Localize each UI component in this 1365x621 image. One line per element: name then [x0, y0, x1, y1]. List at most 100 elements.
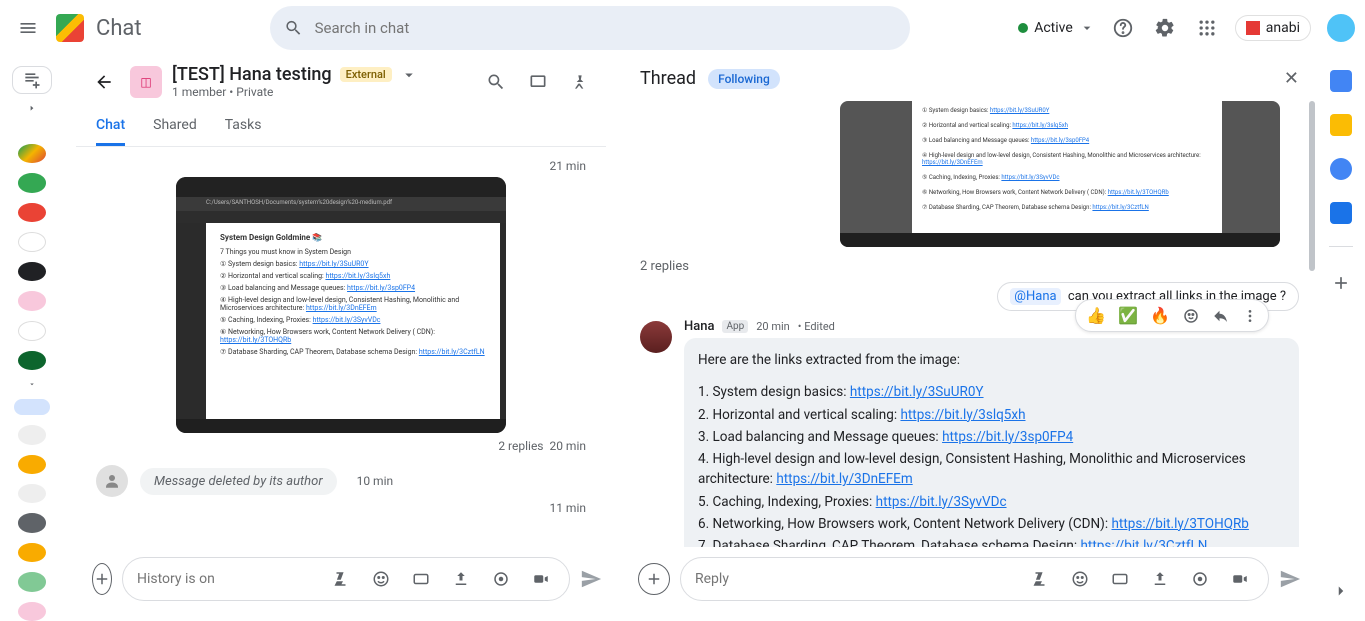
doc-line: ④ High-level design and low-level design… [220, 296, 486, 312]
contacts-addon[interactable] [1330, 202, 1352, 224]
scrollbar[interactable] [1309, 101, 1315, 271]
account-avatar[interactable] [1325, 12, 1357, 44]
extracted-link[interactable]: https://bit.ly/3slq5xh [900, 407, 1025, 423]
reaction-fire[interactable]: 🔥 [1150, 306, 1170, 325]
extracted-link[interactable]: https://bit.ly/3SyvVDc [876, 494, 1007, 510]
pdf-toolbar [176, 211, 506, 223]
calendar-addon[interactable] [1330, 70, 1352, 92]
thread-reply-count[interactable]: 2 replies [498, 439, 543, 453]
send-button[interactable] [580, 568, 602, 590]
org-logo-pill[interactable]: anabi [1235, 15, 1311, 41]
external-badge: External [340, 67, 392, 82]
messages-list: 21 min C:/Users/SANTHOSH/Documents/syste… [76, 147, 606, 547]
doc-line: ① System design basics: https://bit.ly/3… [220, 260, 486, 268]
bot-name: Hana [684, 319, 714, 334]
format-button[interactable] [327, 565, 355, 593]
extracted-link[interactable]: https://bit.ly/3SuUR0Y [850, 384, 984, 400]
image-attachment[interactable]: C:/Users/SANTHOSH/Documents/system%20des… [176, 177, 506, 433]
add-addon-button[interactable] [1327, 269, 1355, 297]
side-panel [1317, 56, 1365, 621]
extracted-link[interactable]: https://bit.ly/3CztfLN [1081, 538, 1208, 547]
search-input[interactable] [315, 19, 896, 37]
back-button[interactable] [88, 66, 120, 98]
following-chip[interactable]: Following [708, 69, 780, 89]
video-button[interactable] [527, 565, 555, 593]
dm-item[interactable] [18, 232, 46, 252]
reaction-thumbsup[interactable]: 👍 [1086, 306, 1106, 325]
extracted-link[interactable]: https://bit.ly/3DnEFEm [776, 471, 912, 487]
expand-icon[interactable] [26, 104, 38, 112]
close-thread-button[interactable]: ✕ [1284, 68, 1299, 89]
url-bar: C:/Users/SANTHOSH/Documents/system%20des… [176, 197, 506, 211]
reply-in-thread-button[interactable] [1212, 307, 1230, 325]
video-button[interactable] [1226, 565, 1254, 593]
dm-item[interactable] [18, 262, 46, 281]
tab-shared[interactable]: Shared [153, 107, 197, 146]
thread-image-preview[interactable]: ① System design basics: https://bit.ly/3… [840, 101, 1280, 247]
keep-addon[interactable] [1330, 114, 1352, 136]
space-item[interactable] [18, 455, 46, 474]
gif-button[interactable] [1106, 565, 1134, 593]
tasks-addon[interactable] [1330, 158, 1352, 180]
timestamp: 21 min [96, 159, 586, 173]
space-item[interactable] [18, 543, 46, 562]
thread-compose-input[interactable] [695, 571, 1014, 587]
extracted-link[interactable]: https://bit.ly/3sp0FP4 [942, 429, 1073, 445]
windows-taskbar [176, 419, 506, 433]
settings-button[interactable] [1151, 14, 1179, 42]
status-chip[interactable]: Active [1018, 20, 1095, 36]
dm-item[interactable] [18, 321, 46, 341]
format-button[interactable] [1026, 565, 1054, 593]
dm-item[interactable] [18, 173, 46, 192]
upload-button[interactable] [447, 565, 475, 593]
chevron-down-icon[interactable] [26, 380, 38, 388]
space-item-active[interactable] [14, 399, 50, 416]
thread-compose-box[interactable] [680, 557, 1269, 601]
compose-row [76, 547, 606, 621]
emoji-button[interactable] [1066, 565, 1094, 593]
thread-body: ① System design basics: https://bit.ly/3… [622, 101, 1317, 547]
search-in-space-button[interactable] [482, 68, 510, 96]
add-attachment-button[interactable] [92, 563, 112, 595]
collapse-panel-button[interactable] [1327, 577, 1355, 605]
reaction-check[interactable]: ✅ [1118, 306, 1138, 325]
apps-button[interactable] [1193, 14, 1221, 42]
meet-button[interactable] [487, 565, 515, 593]
chevron-down-icon[interactable] [400, 66, 418, 84]
space-item[interactable] [18, 513, 46, 532]
space-item[interactable] [18, 572, 46, 591]
dm-item[interactable] [18, 203, 46, 222]
thread-header: Thread Following ✕ [622, 56, 1317, 101]
doc-line: ⑤ Caching, Indexing, Proxies: https://bi… [220, 316, 486, 324]
search-box[interactable] [270, 6, 910, 50]
new-chat-button[interactable] [12, 66, 52, 94]
more-button[interactable] [1242, 308, 1258, 324]
tab-chat[interactable]: Chat [96, 107, 125, 146]
dm-item[interactable] [18, 144, 46, 163]
extracted-link[interactable]: https://bit.ly/3TOHQRb [1112, 516, 1249, 532]
doc-line: ⑤ Caching, Indexing, Proxies: https://bi… [922, 174, 1212, 181]
upload-button[interactable] [1146, 565, 1174, 593]
meet-button[interactable] [1186, 565, 1214, 593]
add-attachment-button[interactable] [638, 563, 670, 595]
main-menu-button[interactable] [8, 8, 48, 48]
present-button[interactable] [524, 68, 552, 96]
compose-box[interactable] [122, 557, 570, 601]
space-item[interactable] [18, 484, 46, 503]
deleted-message-row: Message deleted by its author 10 min [96, 465, 586, 497]
tab-tasks[interactable]: Tasks [225, 107, 262, 146]
emoji-button[interactable] [367, 565, 395, 593]
thread-compose-row [622, 547, 1317, 621]
pin-button[interactable] [566, 68, 594, 96]
dm-item[interactable] [18, 351, 46, 370]
space-item[interactable] [18, 425, 46, 444]
brand-name: Chat [96, 16, 142, 41]
dm-item[interactable] [18, 291, 46, 310]
add-reaction-button[interactable] [1182, 307, 1200, 325]
space-item[interactable] [18, 602, 46, 621]
help-button[interactable] [1109, 14, 1137, 42]
send-button[interactable] [1279, 568, 1301, 590]
compose-input[interactable] [137, 571, 315, 587]
bot-list-item: 4. High-level design and low-level desig… [698, 449, 1285, 490]
gif-button[interactable] [407, 565, 435, 593]
